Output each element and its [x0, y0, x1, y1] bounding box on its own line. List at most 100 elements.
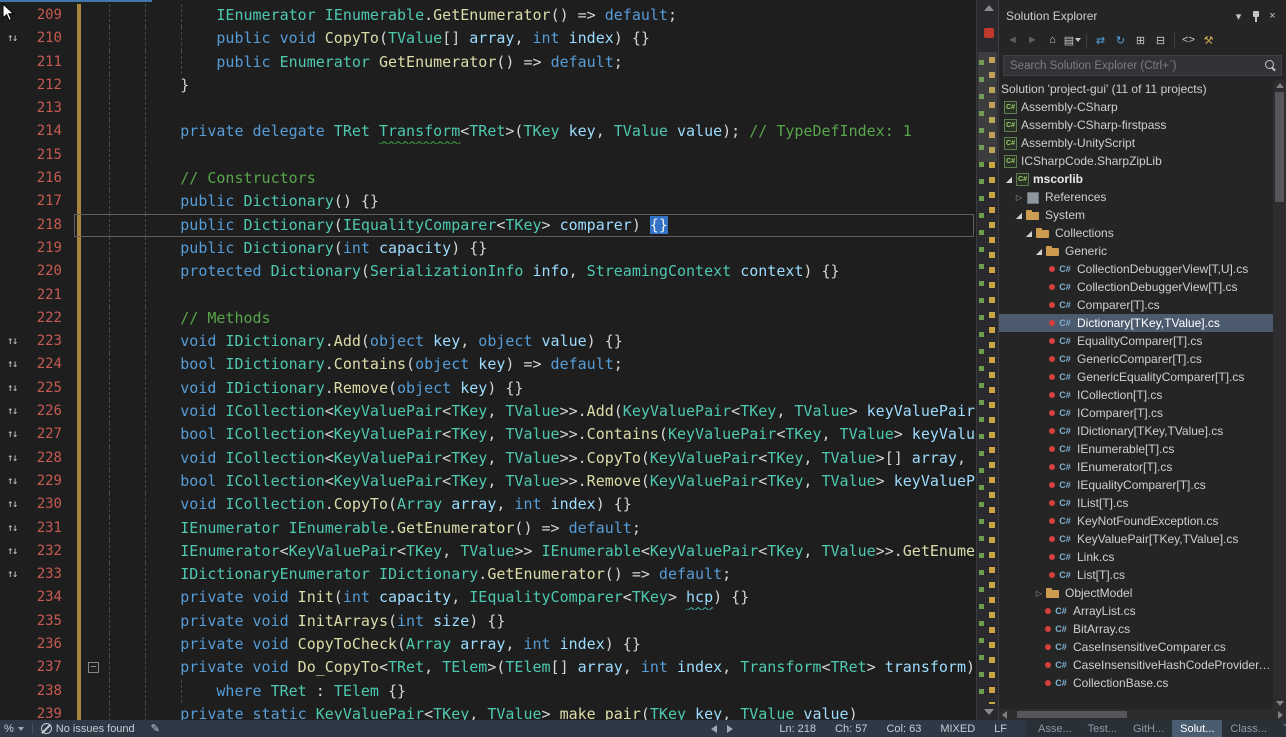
tree-item-iequalitycomparer-t-cs[interactable]: C#IEqualityComparer[T].cs	[999, 476, 1273, 494]
code-line-232[interactable]: ↑↓232IEnumerator<KeyValuePair<TKey, TVal…	[0, 540, 976, 563]
line-number[interactable]: 213	[24, 97, 74, 120]
line-number[interactable]: 230	[24, 493, 74, 516]
tree-item-objectmodel[interactable]: ▷ObjectModel	[999, 584, 1273, 602]
code-line-237[interactable]: 237 –private void Do_CopyTo<TRet, TElem>(…	[0, 656, 976, 679]
tree-item-bitarray-cs[interactable]: C#BitArray.cs	[999, 620, 1273, 638]
code-content[interactable]: // Constructors	[108, 167, 976, 190]
line-number[interactable]: 214	[24, 120, 74, 143]
view-switcher-icon[interactable]: ▤	[1063, 31, 1082, 49]
line-number[interactable]: 222	[24, 307, 74, 330]
sync-with-active-document-icon[interactable]: ⇄	[1091, 31, 1110, 49]
tree-item-icollection-t-cs[interactable]: C#ICollection[T].cs	[999, 386, 1273, 404]
line-number[interactable]: 237	[24, 656, 74, 679]
code-line-217[interactable]: 217public Dictionary() {}	[0, 190, 976, 213]
tree-item-keynotfoundexception-cs[interactable]: C#KeyNotFoundException.cs	[999, 512, 1273, 530]
scroll-right-icon[interactable]	[727, 725, 733, 733]
tree-item-collectiondebuggerview-t-u-cs[interactable]: C#CollectionDebuggerView[T,U].cs	[999, 260, 1273, 278]
line-number[interactable]: 225	[24, 377, 74, 400]
tree-horizontal-scrollbar[interactable]	[999, 709, 1286, 720]
pen-icon[interactable]: ✎	[151, 722, 160, 735]
code-line-212[interactable]: 212}	[0, 74, 976, 97]
tree-item-ienumerable-t-cs[interactable]: C#IEnumerable[T].cs	[999, 440, 1273, 458]
code-content[interactable]: protected Dictionary(SerializationInfo i…	[108, 260, 976, 283]
line-number[interactable]: 236	[24, 633, 74, 656]
tree-item-idictionary-tkey-tvalue-cs[interactable]: C#IDictionary[TKey,TValue].cs	[999, 422, 1273, 440]
code-line-214[interactable]: 214private delegate TRet Transform<TRet>…	[0, 120, 976, 143]
code-content[interactable]: public Dictionary(IEqualityComparer<TKey…	[108, 214, 976, 237]
tree-item-dictionary-tkey-tvalue-cs[interactable]: C#Dictionary[TKey,TValue].cs	[999, 314, 1273, 332]
scrollbar-thumb[interactable]	[978, 52, 997, 162]
references-indicator-icon[interactable]: ↑↓	[0, 377, 24, 400]
code-content[interactable]	[108, 284, 976, 307]
issues-indicator[interactable]: No issues found	[37, 723, 139, 735]
tree-item-genericcomparer-t-cs[interactable]: C#GenericComparer[T].cs	[999, 350, 1273, 368]
tree-item-ilist-t-cs[interactable]: C#IList[T].cs	[999, 494, 1273, 512]
line-number[interactable]: 216	[24, 167, 74, 190]
line-number[interactable]: 211	[24, 51, 74, 74]
code-content[interactable]: void IDictionary.Remove(object key) {}	[108, 377, 976, 400]
code-content[interactable]	[108, 144, 976, 167]
tree-scroll-down-icon[interactable]	[1276, 701, 1284, 706]
line-number[interactable]: 232	[24, 540, 74, 563]
collapse-region-button[interactable]: –	[88, 662, 99, 673]
tree-hscroll-track[interactable]	[1011, 711, 1274, 718]
scroll-left-icon[interactable]	[711, 725, 717, 733]
line-number[interactable]: 209	[24, 4, 74, 27]
chevron-collapsed-icon[interactable]: ▷	[1013, 193, 1025, 202]
panel-tab-gith[interactable]: GitH...	[1125, 720, 1172, 737]
code-line-224[interactable]: ↑↓224bool IDictionary.Contains(object ke…	[0, 353, 976, 376]
code-line-220[interactable]: 220protected Dictionary(SerializationInf…	[0, 260, 976, 283]
encoding-indicator[interactable]: MIXED	[940, 723, 975, 735]
references-indicator-icon[interactable]: ↑↓	[0, 563, 24, 586]
forward-icon[interactable]: ►	[1023, 31, 1042, 49]
tree-item-system[interactable]: ◢System	[999, 206, 1273, 224]
tree-item-comparer-t-cs[interactable]: C#Comparer[T].cs	[999, 296, 1273, 314]
tree-item-icsharpcode-sharpziplib[interactable]: C#ICSharpCode.SharpZipLib	[999, 152, 1273, 170]
code-content[interactable]: IDictionaryEnumerator IDictionary.GetEnu…	[108, 563, 976, 586]
tree-item-equalitycomparer-t-cs[interactable]: C#EqualityComparer[T].cs	[999, 332, 1273, 350]
code-line-225[interactable]: ↑↓225 void IDictionary.Remove(object key)…	[0, 377, 976, 400]
code-content[interactable]: IEnumerator IEnumerable.GetEnumerator() …	[108, 517, 976, 540]
code-content[interactable]: // Methods	[108, 307, 976, 330]
code-content[interactable]: public Enumerator GetEnumerator() => def…	[108, 51, 976, 74]
references-indicator-icon[interactable]: ↑↓	[0, 517, 24, 540]
close-icon[interactable]: ×	[1264, 8, 1281, 24]
zoom-control[interactable]: %	[0, 723, 28, 735]
line-number[interactable]: 224	[24, 353, 74, 376]
tree-item-link-cs[interactable]: C#Link.cs	[999, 548, 1273, 566]
code-content[interactable]: private void Do_CopyTo<TRet, TElem>(TEle…	[108, 656, 976, 679]
code-content[interactable]: public void CopyTo(TValue[] array, int i…	[108, 27, 976, 50]
code-line-209[interactable]: 209IEnumerator IEnumerable.GetEnumerator…	[0, 4, 976, 27]
tree-item-generic[interactable]: ◢Generic	[999, 242, 1273, 260]
code-line-211[interactable]: 211 public Enumerator GetEnumerator() => …	[0, 51, 976, 74]
tree-item-assembly-csharp[interactable]: C#Assembly-CSharp	[999, 98, 1273, 116]
code-line-229[interactable]: ↑↓229bool ICollection<KeyValuePair<TKey,…	[0, 470, 976, 493]
code-content[interactable]: void ICollection.CopyTo(Array array, int…	[108, 493, 976, 516]
panel-tab-test[interactable]: Test...	[1080, 720, 1125, 737]
line-number[interactable]: 226	[24, 400, 74, 423]
tree-item-ienumerator-t-cs[interactable]: C#IEnumerator[T].cs	[999, 458, 1273, 476]
preview-code-icon[interactable]: <>	[1179, 31, 1198, 49]
search-input[interactable]	[1004, 60, 1262, 72]
chevron-expanded-icon[interactable]: ◢	[1023, 229, 1035, 238]
code-line-235[interactable]: 235private void InitArrays(int size) {}	[0, 610, 976, 633]
references-indicator-icon[interactable]: ↑↓	[0, 27, 24, 50]
tree-scroll-up-icon[interactable]	[1276, 83, 1284, 88]
tree-item-solution-project-gui-11-of-11-projects[interactable]: Solution 'project-gui' (11 of 11 project…	[999, 80, 1273, 98]
eol-indicator[interactable]: LF	[994, 723, 1007, 735]
collapse-all-icon[interactable]: ⊟	[1151, 31, 1170, 49]
editor-vertical-scrollbar[interactable]	[976, 0, 998, 720]
code-content[interactable]: private void Init(int capacity, IEqualit…	[108, 586, 976, 609]
code-line-236[interactable]: 236 private void CopyToCheck(Array array,…	[0, 633, 976, 656]
code-line-221[interactable]: 221	[0, 284, 976, 307]
line-number[interactable]: 217	[24, 190, 74, 213]
code-line-238[interactable]: 238where TRet : TElem {}	[0, 680, 976, 703]
tree-scrollbar-thumb[interactable]	[1275, 92, 1284, 202]
panel-tab-asse[interactable]: Asse...	[1030, 720, 1080, 737]
refresh-icon[interactable]: ↻	[1111, 31, 1130, 49]
tree-item-assembly-csharp-firstpass[interactable]: C#Assembly-CSharp-firstpass	[999, 116, 1273, 134]
tree-item-keyvaluepair-tkey-tvalue-cs[interactable]: C#KeyValuePair[TKey,TValue].cs	[999, 530, 1273, 548]
code-line-215[interactable]: 215	[0, 144, 976, 167]
code-content[interactable]: private void CopyToCheck(Array array, in…	[108, 633, 976, 656]
line-number[interactable]: 234	[24, 586, 74, 609]
